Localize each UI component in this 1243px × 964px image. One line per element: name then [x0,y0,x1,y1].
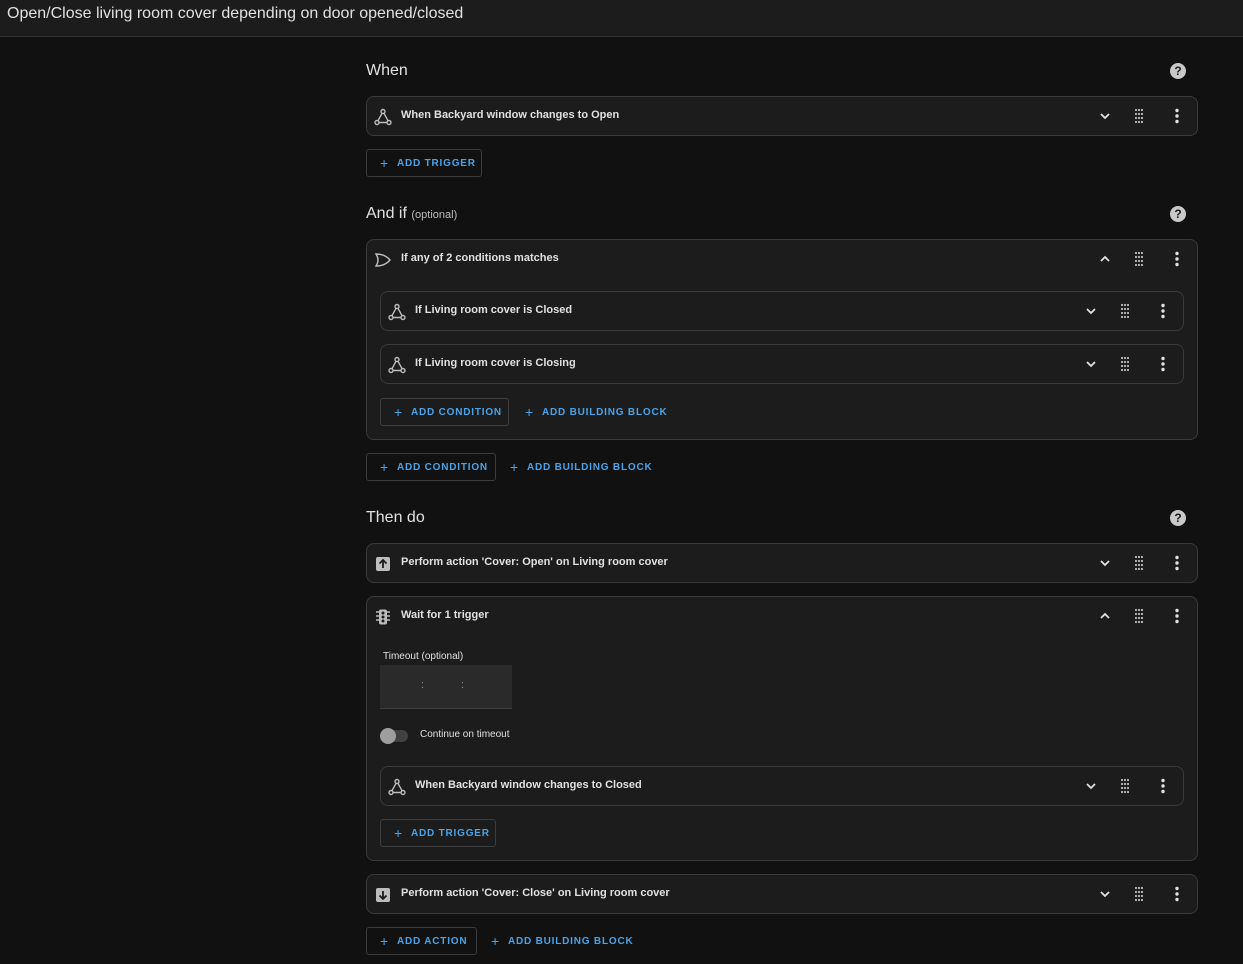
more-vertical-icon[interactable] [1154,302,1172,320]
arrow-up-box-icon [376,557,390,571]
drag-handle-icon[interactable] [1130,250,1148,268]
add-building-block-button[interactable]: + ADD BUILDING BLOCK [478,927,638,955]
help-icon[interactable]: ? [1170,510,1186,526]
chevron-down-icon[interactable] [1082,302,1100,320]
condition-card[interactable]: If Living room cover is Closing [380,344,1184,384]
trigger-label: When Backyard window changes to Open [401,109,620,121]
section-title-and-if: And if (optional) [366,205,458,222]
add-trigger-button[interactable]: + ADD TRIGGER [380,819,496,847]
add-building-block-button[interactable]: + ADD BUILDING BLOCK [497,453,657,481]
drag-handle-icon[interactable] [1130,607,1148,625]
chevron-down-icon[interactable] [1096,885,1114,903]
action-label: Perform action 'Cover: Open' on Living r… [401,556,668,568]
drag-handle-icon[interactable] [1116,355,1134,373]
trigger-icon [374,108,392,126]
arrow-down-box-icon [376,888,390,902]
more-vertical-icon[interactable] [1154,777,1172,795]
chevron-up-icon[interactable] [1096,607,1114,625]
chevron-down-icon[interactable] [1082,355,1100,373]
traffic-light-icon [376,609,390,625]
wait-trigger-label: When Backyard window changes to Closed [415,779,642,791]
optional-label: (optional) [411,209,458,221]
help-icon[interactable]: ? [1170,63,1186,79]
chevron-up-icon[interactable] [1096,250,1114,268]
or-gate-icon [374,253,391,267]
toggle-knob [380,728,396,744]
wait-action-card: Wait for 1 trigger Timeout (optional) : … [366,596,1198,861]
add-condition-button[interactable]: + ADD CONDITION [380,398,509,426]
more-vertical-icon[interactable] [1168,885,1186,903]
add-condition-button[interactable]: + ADD CONDITION [366,453,496,481]
action-card[interactable]: Perform action 'Cover: Close' on Living … [366,874,1198,914]
chevron-down-icon[interactable] [1096,107,1114,125]
more-vertical-icon[interactable] [1154,355,1172,373]
condition-label: If Living room cover is Closing [415,357,576,369]
continue-on-timeout-label: Continue on timeout [420,729,510,740]
chevron-down-icon[interactable] [1082,777,1100,795]
trigger-icon [388,778,406,796]
trigger-card[interactable]: When Backyard window changes to Open [366,96,1198,136]
page-title: Open/Close living room cover depending o… [7,5,464,22]
state-icon [388,303,406,321]
more-vertical-icon[interactable] [1168,250,1186,268]
action-label: Perform action 'Cover: Close' on Living … [401,887,670,899]
timeout-duration-input[interactable]: : : [380,665,512,709]
action-card[interactable]: Perform action 'Cover: Open' on Living r… [366,543,1198,583]
more-vertical-icon[interactable] [1168,107,1186,125]
add-trigger-button[interactable]: + ADD TRIGGER [366,149,482,177]
timeout-label: Timeout (optional) [383,651,464,662]
top-bar: Open/Close living room cover depending o… [0,0,1243,37]
drag-handle-icon[interactable] [1116,302,1134,320]
condition-card[interactable]: If Living room cover is Closed [380,291,1184,331]
more-vertical-icon[interactable] [1168,554,1186,572]
drag-handle-icon[interactable] [1130,885,1148,903]
condition-label: If Living room cover is Closed [415,304,573,316]
wait-action-label: Wait for 1 trigger [401,609,489,621]
add-building-block-button[interactable]: + ADD BUILDING BLOCK [512,398,672,426]
state-icon [388,356,406,374]
drag-handle-icon[interactable] [1116,777,1134,795]
section-title-when: When [366,62,408,79]
chevron-down-icon[interactable] [1096,554,1114,572]
wait-trigger-card[interactable]: When Backyard window changes to Closed [380,766,1184,806]
condition-group-label: If any of 2 conditions matches [401,252,559,264]
drag-handle-icon[interactable] [1130,107,1148,125]
add-action-button[interactable]: + ADD ACTION [366,927,477,955]
help-icon[interactable]: ? [1170,206,1186,222]
section-title-then-do: Then do [366,509,425,526]
more-vertical-icon[interactable] [1168,607,1186,625]
condition-group-card: If any of 2 conditions matches If Living… [366,239,1198,440]
drag-handle-icon[interactable] [1130,554,1148,572]
